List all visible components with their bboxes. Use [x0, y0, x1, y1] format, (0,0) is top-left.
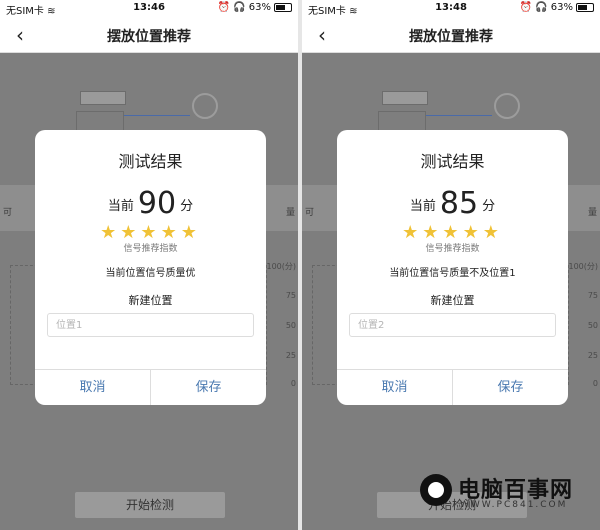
star-icon: ★	[180, 222, 201, 243]
signal-line	[124, 115, 190, 116]
page-title: 摆放位置推荐	[409, 29, 493, 45]
axis-tick: 75	[285, 291, 296, 300]
star-icon: ★	[462, 222, 483, 243]
axis-tick: 75	[587, 291, 598, 300]
star-icon: ★	[120, 222, 141, 243]
star-icon: ★	[100, 222, 121, 243]
headphones-icon: 🎧	[535, 2, 548, 13]
cancel-button[interactable]: 取消	[35, 370, 150, 405]
score-prefix: 当前	[107, 199, 134, 214]
cancel-button[interactable]: 取消	[337, 370, 452, 405]
router-illustration	[80, 91, 126, 105]
star-rating: ★★★★★	[35, 222, 266, 243]
stars-caption: 信号推荐指数	[425, 244, 480, 254]
axis-tick: 0	[290, 379, 296, 388]
position-name-input[interactable]	[47, 313, 254, 337]
score-line: 当前 85 分	[337, 183, 568, 221]
comparison-stage: 无SIM卡 ≋ 13:46 ⏰ 🎧 63% ‹ 摆放位置推荐 可 量 100(分…	[0, 0, 600, 530]
axis-tick: 25	[587, 351, 598, 360]
site-logo-icon	[420, 474, 452, 506]
stars-caption: 信号推荐指数	[123, 244, 178, 254]
new-position-label: 新建位置	[430, 294, 475, 307]
axis-tick: 100(分)	[568, 262, 598, 271]
wifi-extender-icon	[192, 93, 218, 119]
score-prefix: 当前	[409, 199, 436, 214]
score-value: 85	[439, 186, 479, 221]
axis-tick: 25	[285, 351, 296, 360]
score-suffix: 分	[482, 199, 496, 214]
star-icon: ★	[482, 222, 503, 243]
battery-percent: 63%	[550, 2, 573, 13]
save-button[interactable]: 保存	[452, 370, 568, 405]
star-icon: ★	[402, 222, 423, 243]
page-title: 摆放位置推荐	[107, 29, 191, 45]
score-suffix: 分	[180, 199, 194, 214]
side-label-left: 可	[3, 208, 13, 218]
alarm-icon: ⏰	[519, 2, 533, 13]
nav-bar: ‹ 摆放位置推荐	[302, 17, 600, 53]
new-position-label: 新建位置	[128, 294, 173, 307]
star-icon: ★	[160, 222, 181, 243]
dialog-title: 测试结果	[420, 152, 485, 171]
side-label-left: 可	[305, 208, 315, 218]
nav-bar: ‹ 摆放位置推荐	[0, 17, 298, 53]
headphones-icon: 🎧	[233, 2, 246, 13]
axis-tick: 100(分)	[266, 262, 296, 271]
score-value: 90	[137, 186, 177, 221]
signal-line	[426, 115, 492, 116]
dialog-actions: 取消 保存	[35, 369, 266, 405]
battery-percent: 63%	[248, 2, 271, 13]
position-name-input[interactable]	[349, 313, 556, 337]
star-icon: ★	[140, 222, 161, 243]
router-illustration	[382, 91, 428, 105]
result-dialog: 测试结果 当前90分 ★★★★★ 信号推荐指数 当前位置信号质量优 新建位置 取…	[35, 130, 266, 405]
dialog-title: 测试结果	[118, 152, 183, 171]
star-rating: ★★★★★	[337, 222, 568, 243]
axis-tick: 50	[587, 321, 598, 330]
battery-icon	[274, 3, 292, 12]
wifi-extender-icon	[494, 93, 520, 119]
dialog-actions: 取消 保存	[337, 369, 568, 405]
phone-screen-right: 无SIM卡 ≋ 13:48 ⏰ 🎧 63% ‹ 摆放位置推荐 可 量 100(分…	[302, 0, 600, 530]
watermark-url: WWW.PC841.COM	[460, 500, 568, 510]
side-label-right: 量	[285, 208, 295, 218]
axis-tick: 50	[285, 321, 296, 330]
quality-text: 当前位置信号质量不及位置1	[389, 268, 516, 279]
start-detect-button[interactable]: 开始检测	[75, 492, 225, 518]
status-bar: 无SIM卡 ≋ 13:46 ⏰ 🎧 63%	[0, 0, 298, 17]
star-icon: ★	[422, 222, 443, 243]
alarm-icon: ⏰	[217, 2, 231, 13]
result-dialog: 测试结果 当前 85 分 ★★★★★ 信号推荐指数 当前位置信号质量不及位置1 新建…	[337, 130, 568, 405]
status-bar: 无SIM卡 ≋ 13:48 ⏰ 🎧 63%	[302, 0, 600, 17]
site-watermark: 电脑百事网 WWW.PC841.COM	[420, 470, 595, 522]
star-icon: ★	[442, 222, 463, 243]
side-label-right: 量	[587, 208, 597, 218]
phone-screen-left: 无SIM卡 ≋ 13:46 ⏰ 🎧 63% ‹ 摆放位置推荐 可 量 100(分…	[0, 0, 298, 530]
quality-text: 当前位置信号质量优	[105, 268, 196, 279]
save-button[interactable]: 保存	[150, 370, 266, 405]
score-line: 当前 90 分	[35, 183, 266, 221]
axis-tick: 0	[592, 379, 598, 388]
battery-icon	[576, 3, 594, 12]
